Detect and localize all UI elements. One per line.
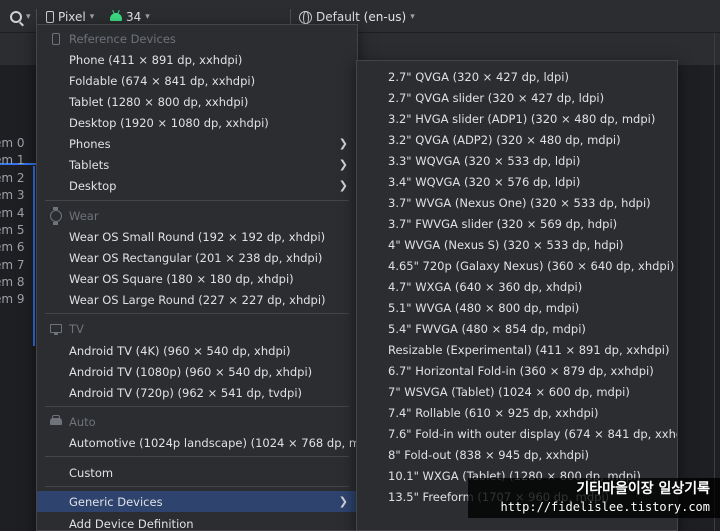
menu-separator <box>45 313 349 314</box>
submenu-tablets[interactable]: Tablets ❯ <box>37 154 357 175</box>
generic-device-item[interactable]: 2.7" QVGA slider (320 × 427 dp, ldpi) <box>357 87 677 108</box>
menu-item-tv-4k[interactable]: Android TV (4K) (960 × 540 dp, xhdpi) <box>37 340 357 361</box>
generic-device-item[interactable]: 3.4" WQVGA (320 × 576 dp, ldpi) <box>357 171 677 192</box>
generic-device-item[interactable]: 7.4" Rollable (610 × 925 dp, xxhdpi) <box>357 402 677 423</box>
zoom-search-button[interactable]: ▾ <box>10 8 31 26</box>
reference-devices-header: Reference Devices <box>37 28 357 49</box>
toolbar-divider <box>290 9 291 25</box>
watermark-title: 기타마을이장 일상기록 <box>576 481 710 497</box>
car-icon <box>50 415 62 425</box>
generic-device-item[interactable]: 4" WVGA (Nexus S) (320 × 533 dp, hdpi) <box>357 234 677 255</box>
device-label: Pixel <box>58 10 86 24</box>
blog-watermark: 기타마을이장 일상기록 http://fidelislee.tistory.co… <box>468 478 720 518</box>
generic-device-item[interactable]: 3.3" WQVGA (320 × 533 dp, ldpi) <box>357 150 677 171</box>
menu-item-reference-phone[interactable]: Phone (411 × 891 dp, xxhdpi) <box>37 49 357 70</box>
generic-devices-submenu: 2.7" QVGA (320 × 427 dp, ldpi) 2.7" QVGA… <box>356 60 678 531</box>
tree-item[interactable]: em 3 <box>0 188 34 202</box>
generic-device-item[interactable]: 3.2" HVGA slider (ADP1) (320 × 480 dp, m… <box>357 108 677 129</box>
tree-item[interactable]: em 1 <box>0 153 34 167</box>
generic-device-item[interactable]: 7.6" Fold-in with outer display (674 × 8… <box>357 423 677 444</box>
generic-device-item[interactable]: 4.65" 720p (Galaxy Nexus) (360 × 640 dp,… <box>357 255 677 276</box>
chevron-right-icon: ❯ <box>338 158 348 171</box>
panel-divider <box>714 33 715 531</box>
menu-separator <box>45 200 349 201</box>
tree-item[interactable]: em 6 <box>0 240 34 254</box>
menu-item-reference-desktop[interactable]: Desktop (1920 × 1080 dp, xxhdpi) <box>37 112 357 133</box>
generic-device-item[interactable]: 3.7" WVGA (Nexus One) (320 × 533 dp, hdp… <box>357 192 677 213</box>
globe-icon <box>299 10 312 25</box>
watch-icon <box>50 207 62 225</box>
toolbar-divider <box>36 9 37 25</box>
right-tool-strip <box>678 33 720 531</box>
generic-device-item[interactable]: 3.2" QVGA (ADP2) (320 × 480 dp, mdpi) <box>357 129 677 150</box>
device-menu: Reference Devices Phone (411 × 891 dp, x… <box>36 24 382 531</box>
tv-icon <box>50 324 62 335</box>
tv-header: TV <box>37 318 357 339</box>
menu-separator <box>45 456 349 457</box>
locale-label: Default (en-us) <box>316 10 407 24</box>
menu-item-wear-square[interactable]: Wear OS Square (180 × 180 dp, xhdpi) <box>37 268 357 289</box>
generic-device-item[interactable]: Resizable (Experimental) (411 × 891 dp, … <box>357 339 677 360</box>
menu-item-automotive[interactable]: Automotive (1024p landscape) (1024 × 768… <box>37 432 382 453</box>
submenu-label: Phones <box>69 136 111 151</box>
wear-header: Wear <box>37 205 357 226</box>
generic-device-item[interactable]: 5.1" WVGA (480 × 800 dp, mdpi) <box>357 297 677 318</box>
phone-icon <box>46 11 54 23</box>
menu-item-add-device-definition[interactable]: Add Device Definition <box>37 513 357 531</box>
menu-item-wear-small-round[interactable]: Wear OS Small Round (192 × 192 dp, xhdpi… <box>37 226 357 247</box>
tree-item[interactable]: em 7 <box>0 258 34 272</box>
menu-separator <box>45 406 349 407</box>
phone-icon <box>52 33 60 45</box>
chevron-right-icon: ❯ <box>338 495 348 508</box>
chevron-down-icon: ▾ <box>89 12 95 22</box>
panel-header <box>0 33 36 65</box>
tree-item[interactable]: em 9 <box>0 292 34 306</box>
tree-item[interactable]: em 4 <box>0 206 34 220</box>
tree-item[interactable]: em 5 <box>0 223 34 237</box>
search-icon <box>10 11 22 23</box>
submenu-desktop[interactable]: Desktop ❯ <box>37 175 357 196</box>
chevron-down-icon: ▾ <box>145 12 150 22</box>
menu-item-tv-720p[interactable]: Android TV (720p) (962 × 541 dp, tvdpi) <box>37 382 357 403</box>
submenu-label: Tablets <box>69 157 110 172</box>
menu-item-custom[interactable]: Custom <box>37 462 357 483</box>
chevron-down-icon: ▾ <box>26 12 31 22</box>
generic-device-item[interactable]: 8" Fold-out (838 × 945 dp, xxhdpi) <box>357 444 677 465</box>
tree-item[interactable]: em 8 <box>0 275 34 289</box>
menu-item-wear-rectangular[interactable]: Wear OS Rectangular (201 × 238 dp, xhdpi… <box>37 247 357 268</box>
menu-item-reference-tablet[interactable]: Tablet (1280 × 800 dp, xxhdpi) <box>37 91 357 112</box>
chevron-right-icon: ❯ <box>338 179 348 192</box>
tree-item[interactable]: em 2 <box>0 171 34 185</box>
submenu-generic-devices[interactable]: Generic Devices ❯ <box>37 491 357 512</box>
chevron-down-icon: ▾ <box>410 12 415 22</box>
component-tree-panel: em 0 em 1 em 2 em 3 em 4 em 5 em 6 em 7 … <box>0 33 36 531</box>
generic-device-item[interactable]: 2.7" QVGA (320 × 427 dp, ldpi) <box>357 66 677 87</box>
menu-item-wear-large-round[interactable]: Wear OS Large Round (227 × 227 dp, xhdpi… <box>37 289 357 310</box>
submenu-label: Desktop <box>69 178 117 193</box>
submenu-label: Generic Devices <box>69 494 163 509</box>
watermark-url: http://fidelislee.tistory.com <box>500 500 710 514</box>
android-icon <box>110 13 122 21</box>
generic-device-item[interactable]: 6.7" Horizontal Fold-in (360 × 879 dp, x… <box>357 360 677 381</box>
chevron-right-icon: ❯ <box>338 137 348 150</box>
generic-device-item[interactable]: 3.7" FWVGA slider (320 × 569 dp, hdpi) <box>357 213 677 234</box>
menu-separator <box>45 486 349 487</box>
auto-header: Auto <box>37 411 357 432</box>
submenu-phones[interactable]: Phones ❯ <box>37 133 357 154</box>
api-level-label: 34 <box>126 10 142 24</box>
tree-item[interactable]: em 0 <box>0 136 34 150</box>
generic-device-item[interactable]: 5.4" FWVGA (480 × 854 dp, mdpi) <box>357 318 677 339</box>
generic-device-item[interactable]: 4.7" WXGA (640 × 360 dp, xhdpi) <box>357 276 677 297</box>
menu-item-tv-1080p[interactable]: Android TV (1080p) (960 × 540 dp, xhdpi) <box>37 361 357 382</box>
menu-item-reference-foldable[interactable]: Foldable (674 × 841 dp, xxhdpi) <box>37 70 357 91</box>
generic-device-item[interactable]: 7" WSVGA (Tablet) (1024 × 600 dp, mdpi) <box>357 381 677 402</box>
